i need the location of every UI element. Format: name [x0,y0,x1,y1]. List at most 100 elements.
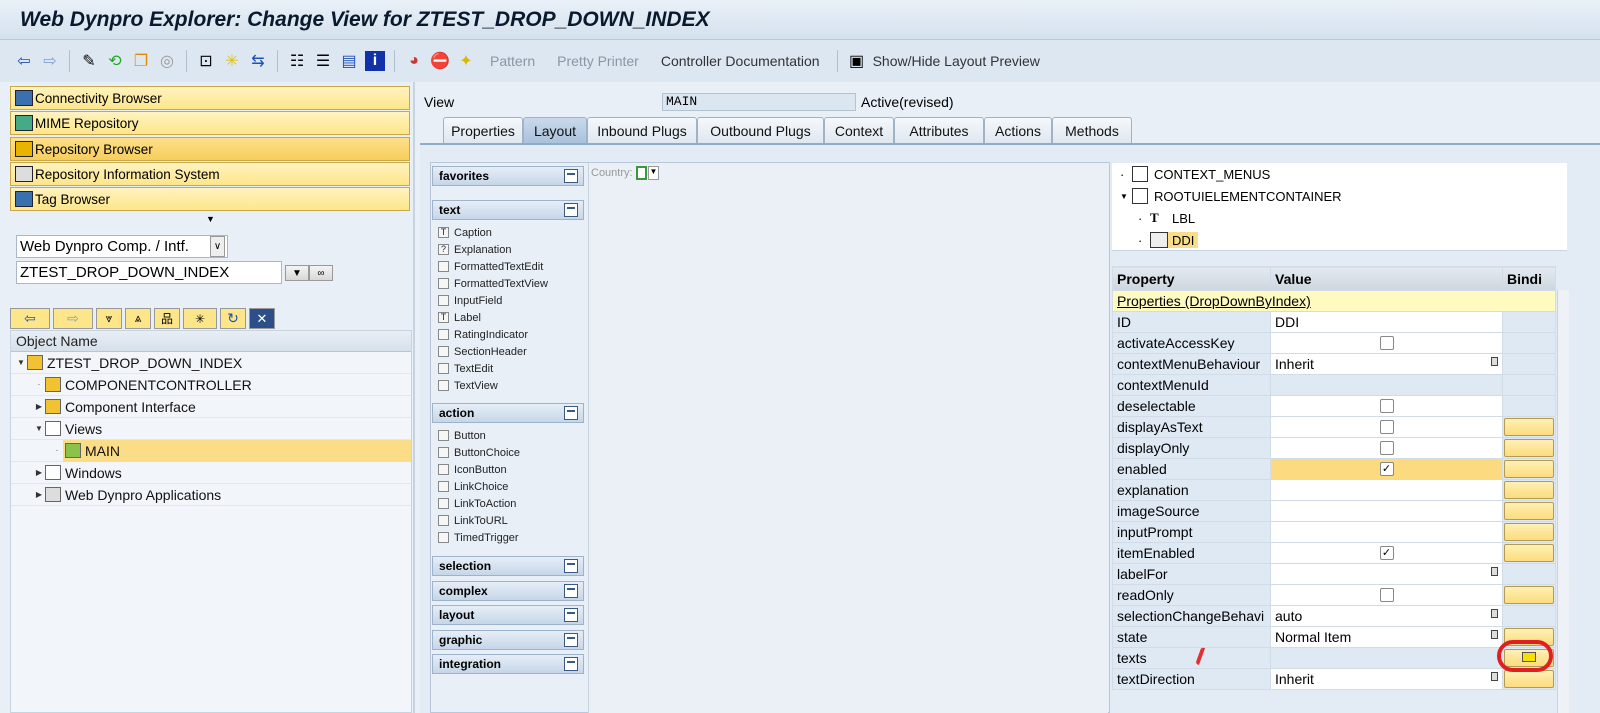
palette-group[interactable]: complex [432,580,584,601]
mime-repository-button[interactable]: MIME Repository [10,111,410,135]
value-help-icon[interactable] [1491,357,1498,366]
value-help-icon[interactable] [1491,609,1498,618]
bind-button[interactable] [1504,502,1554,520]
value-cell[interactable] [1270,332,1503,354]
repository-browser-button[interactable]: Repository Browser [10,137,410,161]
palette-item[interactable]: ButtonChoice [438,444,520,461]
ui-tree-node[interactable]: · CONTEXT_MENUS [1112,163,1270,185]
collapse-icon[interactable] [564,169,578,183]
palette-item[interactable]: LinkToURL [438,512,508,529]
bind-button[interactable] [1504,670,1554,688]
country-dropdown[interactable] [636,166,647,180]
dropdown-button[interactable]: ▼ [285,265,309,281]
checkbox[interactable] [1379,336,1394,350]
bind-button[interactable] [1504,544,1554,562]
expand-triangle-icon[interactable]: ▼ [15,358,27,367]
tab-context[interactable]: Context [824,117,894,143]
palette-item[interactable]: LinkChoice [438,478,508,495]
value-cell[interactable] [1270,647,1503,669]
collapse-icon[interactable] [564,657,578,671]
tree-node[interactable]: ▶ Web Dynpro Applications [11,484,411,506]
connectivity-browser-button[interactable]: Connectivity Browser [10,86,410,110]
binding-cell[interactable] [1502,458,1556,480]
repository-info-system-button[interactable]: Repository Information System [10,162,410,186]
refresh-icon[interactable]: ↻ [220,308,246,329]
expand-triangle-icon[interactable]: ▼ [33,424,45,433]
splitter[interactable] [413,82,415,713]
value-cell[interactable] [1270,416,1503,438]
binding-cell[interactable] [1502,437,1556,459]
binding-cell[interactable] [1502,584,1556,606]
collapse-icon[interactable] [564,559,578,573]
pattern-button[interactable]: Pattern [482,53,543,69]
bind-button[interactable] [1504,439,1554,457]
palette-item[interactable]: FormattedTextView [438,275,548,292]
value-help-icon[interactable] [1491,630,1498,639]
chevron-down-icon[interactable]: ∨ [210,236,225,257]
value-cell[interactable]: Normal Item [1270,626,1503,648]
tab-properties[interactable]: Properties [443,117,523,143]
collapse-icon[interactable] [564,583,578,598]
switch-icon[interactable]: ⟲ [105,51,125,71]
collapse-arrow-icon[interactable]: ▼ [206,214,215,224]
value-cell[interactable]: Inherit [1270,668,1503,690]
info-icon[interactable]: i [365,51,385,71]
ui-tree-node[interactable]: · T LBL [1112,207,1195,229]
binding-cell[interactable] [1502,500,1556,522]
column-header-property[interactable]: Property [1112,266,1271,291]
palette-item[interactable]: TimedTrigger [438,529,519,546]
tree-node[interactable]: ▶ Component Interface [11,396,411,418]
value-cell[interactable] [1270,500,1503,522]
palette-group[interactable]: selection [432,556,584,576]
layout-preview-icon[interactable]: ▣ [847,51,867,71]
close-icon[interactable]: ✕ [249,308,275,329]
hierarchy-icon[interactable]: ⊡ [196,51,216,71]
display-glasses-button[interactable]: ∞ [309,265,333,281]
pretty-printer-button[interactable]: Pretty Printer [549,53,647,69]
binding-cell[interactable] [1502,416,1556,438]
palette-item[interactable]: FormattedTextEdit [438,258,543,275]
copy-icon[interactable]: ❐ [131,51,151,71]
scrollbar[interactable] [1557,290,1569,713]
checkbox[interactable]: ✓ [1379,546,1394,560]
layout-preview-button[interactable]: Show/Hide Layout Preview [873,53,1048,69]
asterisk-icon[interactable]: ✳ [183,308,217,329]
value-cell[interactable] [1270,584,1503,606]
activate-icon[interactable]: ✳ [222,51,242,71]
checkbox[interactable] [1379,441,1394,455]
tab-inbound-plugs[interactable]: Inbound Plugs [587,117,697,143]
navigate-icon[interactable]: ⇆ [248,51,268,71]
binding-cell[interactable] [1502,479,1556,501]
ui-tree-node-selected[interactable]: · DDI [1112,229,1199,251]
expand-triangle-icon[interactable]: ▶ [33,490,45,499]
expand-triangle-icon[interactable]: ▶ [33,468,45,477]
forward-icon[interactable]: ⇨ [40,51,60,71]
palette-item[interactable]: Button [438,427,486,444]
palette-item[interactable]: IconButton [438,461,507,478]
tree-node[interactable]: ▶ Windows [11,462,411,484]
where-used-icon[interactable]: ◎ [157,51,177,71]
properties-section-header[interactable]: Properties (DropDownByIndex) [1112,290,1556,312]
back-icon[interactable]: ⇦ [10,308,50,329]
tab-methods[interactable]: Methods [1052,117,1132,143]
checkbox[interactable]: ✓ [1379,462,1394,476]
palette-item[interactable]: InputField [438,292,502,309]
test-icon[interactable]: ◕ [404,51,424,71]
collapse-icon[interactable] [564,632,578,647]
tag-browser-button[interactable]: Tag Browser [10,187,410,211]
collapse-icon[interactable] [564,203,578,217]
palette-item[interactable]: LinkToAction [438,495,516,512]
value-cell[interactable]: Inherit [1270,353,1503,375]
palette-item[interactable]: TextEdit [438,360,493,377]
checkbox[interactable] [1379,588,1394,602]
palette-item[interactable]: TextView [438,377,498,394]
palette-group[interactable]: graphic [432,629,584,650]
object-type-select[interactable]: Web Dynpro Comp. / Intf. [16,235,228,258]
expand-triangle-icon[interactable]: ▶ [33,402,45,411]
checkbox[interactable] [1379,420,1394,434]
bind-button[interactable] [1504,481,1554,499]
value-cell[interactable] [1270,395,1503,417]
value-cell[interactable] [1270,374,1503,396]
object-list-icon[interactable]: ☷ [287,51,307,71]
tree-node[interactable]: · COMPONENTCONTROLLER [11,374,411,396]
